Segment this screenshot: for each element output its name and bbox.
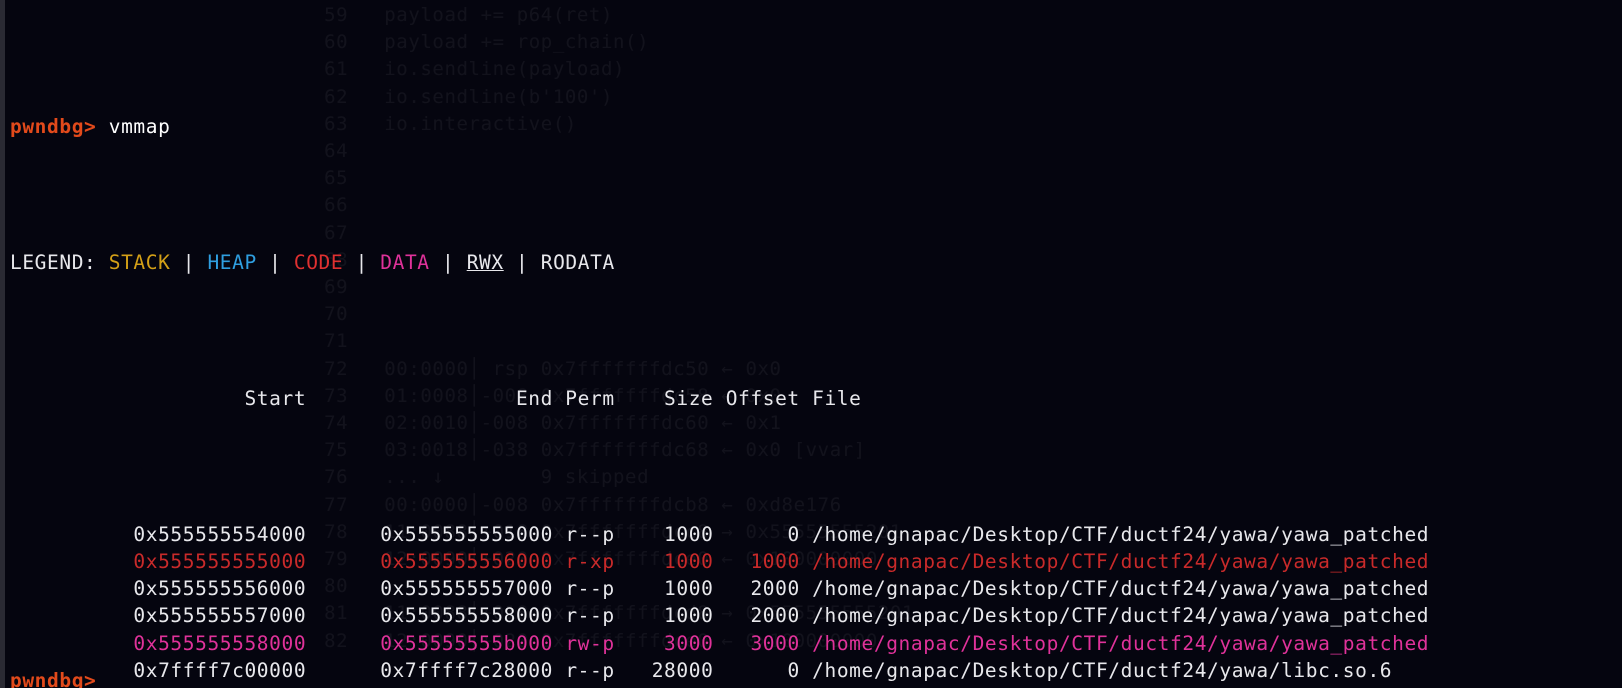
- legend-space: [454, 251, 466, 274]
- cell-offset: 0: [713, 522, 800, 546]
- table-row: 0x555555558000 0x55555555b000 rw-p 3000 …: [10, 630, 1622, 657]
- cell-start: 0x555555558000: [10, 631, 307, 655]
- cell-file: /home/gnapac/Desktop/CTF/ductf24/yawa/li…: [799, 658, 1393, 682]
- cell-perm: r--p: [552, 522, 615, 546]
- legend-space: [96, 251, 108, 274]
- pwndbg-prompt: pwndbg>: [10, 114, 97, 138]
- legend-space: [195, 251, 207, 274]
- cell-perm: rw-p: [552, 631, 615, 655]
- pwndbg-prompt-bottom: pwndbg>: [10, 668, 97, 688]
- legend-row: LEGEND: STACK | HEAP | CODE | DATA | RWX…: [10, 249, 1622, 276]
- cell-file: /home/gnapac/Desktop/CTF/ductf24/yawa/ya…: [799, 631, 1430, 655]
- legend-items: STACK | HEAP | CODE | DATA | RWX | RODAT…: [96, 251, 614, 274]
- cell-file: /home/gnapac/Desktop/CTF/ductf24/yawa/ya…: [799, 604, 1430, 628]
- vmmap-rows: 0x555555554000 0x555555555000 r--p 1000 …: [10, 521, 1622, 688]
- legend-space: [282, 251, 294, 274]
- cell-size: 1000: [614, 577, 714, 601]
- table-header-cells: Start End Perm Size Offset File: [10, 386, 862, 410]
- cell-end: 0x555555557000: [306, 577, 553, 601]
- cell-end: 0x555555556000: [306, 550, 553, 573]
- cell-offset: 0: [713, 658, 800, 682]
- cell-perm: r--p: [552, 577, 615, 601]
- cell-offset: 2000: [713, 604, 800, 628]
- cell-perm: r--p: [552, 658, 615, 682]
- terminal-content: pwndbg> vmmap LEGEND: STACK | HEAP | COD…: [0, 0, 1622, 688]
- table-row: 0x7ffff7c28000 0x7ffff7dbd000 r-xp 19500…: [10, 684, 1622, 688]
- cell-size: 1000: [614, 604, 714, 628]
- command-line: pwndbg> vmmap: [10, 113, 1622, 140]
- legend-label: LEGEND:: [10, 250, 97, 274]
- cell-end: 0x555555555000: [306, 522, 553, 546]
- table-row: 0x555555555000 0x555555556000 r-xp 1000 …: [10, 548, 1622, 575]
- legend-separator: |: [343, 250, 368, 274]
- cell-end: 0x555555558000: [306, 604, 553, 628]
- cell-size: 28000: [614, 658, 714, 682]
- cell-offset: 1000: [713, 550, 800, 573]
- command-text: vmmap: [108, 114, 171, 138]
- cell-file: /home/gnapac/Desktop/CTF/ductf24/yawa/ya…: [799, 550, 1430, 573]
- cell-perm: r--p: [552, 604, 615, 628]
- legend-separator: |: [503, 250, 529, 274]
- terminal-window: 59 payload += p64(ret) 60 payload += rop…: [0, 0, 1622, 688]
- legend-item-heap: HEAP: [207, 250, 257, 274]
- legend-item-code: CODE: [293, 250, 344, 274]
- legend-space: [368, 251, 380, 274]
- table-row: 0x555555557000 0x555555558000 r--p 1000 …: [10, 602, 1622, 629]
- legend-item-data: DATA: [380, 250, 430, 274]
- cell-size: 1000: [614, 522, 714, 546]
- legend-item-rodata: RODATA: [540, 250, 615, 274]
- cell-end: 0x7ffff7c28000: [306, 658, 553, 682]
- cell-file: /home/gnapac/Desktop/CTF/ductf24/yawa/ya…: [799, 522, 1430, 546]
- cell-size: 3000: [614, 631, 714, 655]
- legend-item-stack: STACK: [108, 250, 171, 274]
- cell-start: 0x555555555000: [10, 550, 307, 573]
- cell-offset: 2000: [713, 577, 800, 601]
- cell-start: 0x555555554000: [10, 522, 307, 546]
- table-row: 0x7ffff7c00000 0x7ffff7c28000 r--p 28000…: [10, 657, 1622, 684]
- legend-separator: |: [170, 250, 196, 274]
- table-row: 0x555555554000 0x555555555000 r--p 1000 …: [10, 521, 1622, 548]
- cell-end: 0x55555555b000: [306, 631, 553, 655]
- bottom-prompt-line: pwndbg>: [10, 667, 96, 688]
- legend-space: [528, 251, 540, 274]
- legend-separator: |: [256, 250, 282, 274]
- legend-item-rwx: RWX: [466, 250, 504, 274]
- table-row: 0x555555556000 0x555555557000 r--p 1000 …: [10, 575, 1622, 602]
- cell-file: /home/gnapac/Desktop/CTF/ductf24/yawa/ya…: [799, 577, 1430, 601]
- cell-perm: r-xp: [552, 550, 615, 573]
- cell-size: 1000: [614, 550, 714, 573]
- table-header-row: Start End Perm Size Offset File: [10, 385, 1622, 412]
- cell-start: 0x555555556000: [10, 577, 307, 601]
- legend-separator: |: [429, 250, 455, 274]
- cell-offset: 3000: [713, 631, 800, 655]
- cell-start: 0x555555557000: [10, 604, 307, 628]
- terminal-scrollbar[interactable]: [0, 0, 5, 688]
